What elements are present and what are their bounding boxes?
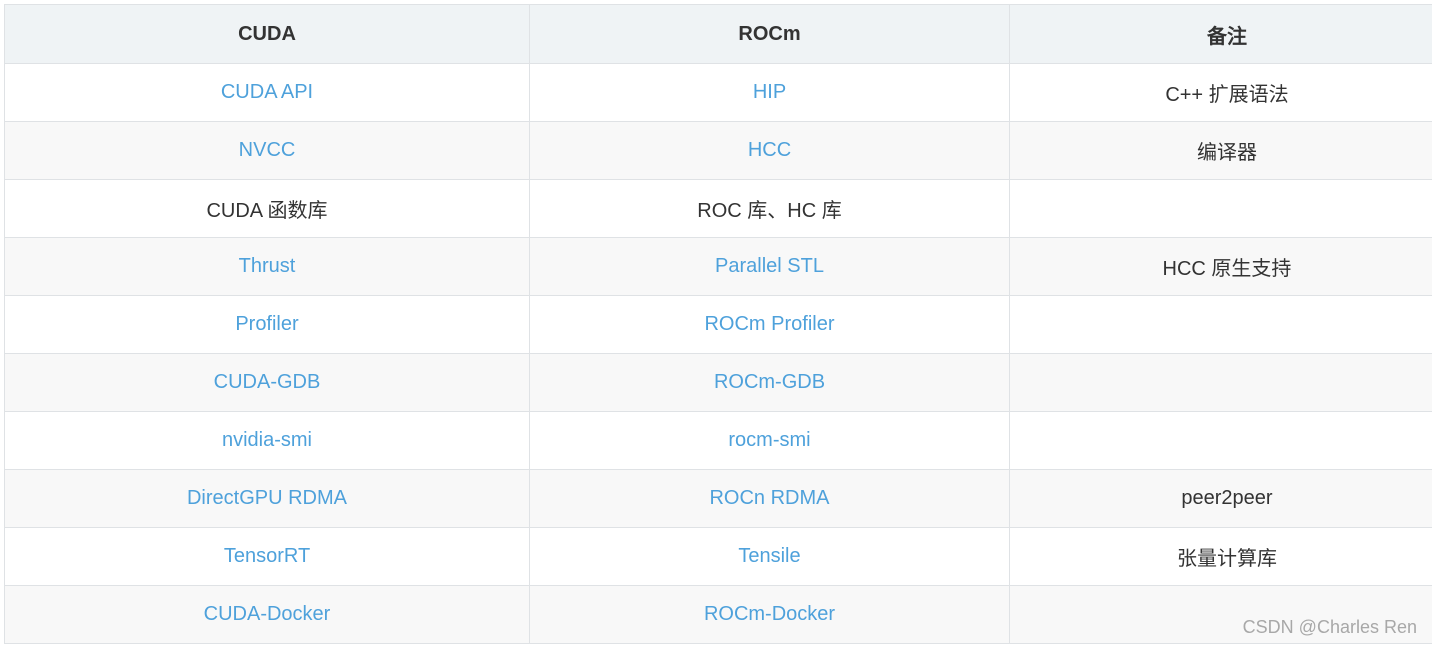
- table-cell-cuda: nvidia-smi: [4, 411, 530, 470]
- table-cell-notes: [1009, 295, 1432, 354]
- table-cell-notes: [1009, 179, 1432, 238]
- table-cell-cuda: Thrust: [4, 237, 530, 296]
- table-cell-cuda: Profiler: [4, 295, 530, 354]
- link-rocm[interactable]: Tensile: [738, 545, 800, 567]
- table-cell-notes: HCC 原生支持: [1009, 237, 1432, 296]
- table-cell-rocm: Parallel STL: [529, 237, 1010, 296]
- table-cell-notes: 张量计算库: [1009, 527, 1432, 586]
- link-rocm[interactable]: Parallel STL: [715, 255, 824, 277]
- table-cell-cuda: CUDA 函数库: [4, 179, 530, 238]
- link-cuda[interactable]: CUDA-GDB: [214, 371, 321, 393]
- header-notes: 备注: [1009, 4, 1432, 64]
- link-rocm[interactable]: HIP: [753, 81, 786, 103]
- table-row: CUDA-GDB ROCm-GDB: [4, 353, 1432, 412]
- link-cuda[interactable]: Profiler: [235, 313, 298, 335]
- link-rocm[interactable]: rocm-smi: [728, 429, 810, 451]
- watermark: CSDN @Charles Ren: [1242, 617, 1417, 637]
- table-cell-notes: 编译器: [1009, 121, 1432, 180]
- table-cell-rocm: rocm-smi: [529, 411, 1010, 470]
- table-cell-notes: peer2peer: [1009, 469, 1432, 528]
- link-rocm[interactable]: ROCm Profiler: [704, 313, 834, 335]
- comparison-table: CUDA ROCm 备注 CUDA API HIP C++ 扩展语法 NVCC HCC 编…: [4, 4, 1432, 644]
- table-body: CUDA API HIP C++ 扩展语法 NVCC HCC 编译器 CUDA 函数库 ROC…: [4, 63, 1432, 644]
- link-rocm[interactable]: ROCm-Docker: [704, 603, 835, 625]
- table-cell-notes: [1009, 411, 1432, 470]
- cell-text: peer2peer: [1181, 487, 1273, 509]
- table-row: Thrust Parallel STL HCC 原生支持: [4, 237, 1432, 296]
- cell-text: CUDA 函数库: [206, 200, 328, 222]
- table-header: CUDA ROCm 备注: [4, 4, 1432, 64]
- header-rocm: ROCm: [529, 4, 1010, 64]
- table-row: nvidia-smi rocm-smi: [4, 411, 1432, 470]
- link-cuda[interactable]: CUDA-Docker: [204, 603, 331, 625]
- link-cuda[interactable]: Thrust: [239, 255, 296, 277]
- table-row: TensorRT Tensile 张量计算库: [4, 527, 1432, 586]
- table-cell-rocm: ROC 库、HC 库: [529, 179, 1010, 238]
- cell-text: ROC 库、HC 库: [697, 200, 842, 222]
- table-cell-rocm: ROCm-Docker: [529, 585, 1010, 644]
- link-rocm[interactable]: ROCm-GDB: [714, 371, 825, 393]
- table-cell-rocm: ROCm-GDB: [529, 353, 1010, 412]
- link-cuda[interactable]: nvidia-smi: [222, 429, 312, 451]
- table-row: Profiler ROCm Profiler: [4, 295, 1432, 354]
- table-cell-cuda: TensorRT: [4, 527, 530, 586]
- cell-text: 张量计算库: [1177, 548, 1277, 570]
- link-rocm[interactable]: ROCn RDMA: [709, 487, 829, 509]
- table-row: NVCC HCC 编译器: [4, 121, 1432, 180]
- table-row: CUDA 函数库 ROC 库、HC 库: [4, 179, 1432, 238]
- table-cell-notes: C++ 扩展语法: [1009, 63, 1432, 122]
- table-row: CUDA API HIP C++ 扩展语法: [4, 63, 1432, 122]
- link-rocm[interactable]: HCC: [748, 139, 791, 161]
- table-cell-cuda: CUDA-Docker: [4, 585, 530, 644]
- header-cuda: CUDA: [4, 4, 530, 64]
- table-row: CUDA-Docker ROCm-Docker: [4, 585, 1432, 644]
- table-cell-cuda: DirectGPU RDMA: [4, 469, 530, 528]
- link-cuda[interactable]: CUDA API: [221, 81, 313, 103]
- table-cell-cuda: CUDA API: [4, 63, 530, 122]
- table-cell-rocm: Tensile: [529, 527, 1010, 586]
- table-cell-cuda: NVCC: [4, 121, 530, 180]
- table-cell-rocm: ROCm Profiler: [529, 295, 1010, 354]
- table-cell-rocm: ROCn RDMA: [529, 469, 1010, 528]
- table-cell-cuda: CUDA-GDB: [4, 353, 530, 412]
- link-cuda[interactable]: TensorRT: [224, 545, 310, 567]
- table-cell-notes: [1009, 353, 1432, 412]
- cell-text: HCC 原生支持: [1162, 258, 1292, 280]
- cell-text: C++ 扩展语法: [1165, 84, 1289, 106]
- table-row: DirectGPU RDMA ROCn RDMA peer2peer: [4, 469, 1432, 528]
- table-cell-rocm: HIP: [529, 63, 1010, 122]
- cell-text: 编译器: [1197, 142, 1257, 164]
- link-cuda[interactable]: NVCC: [239, 139, 296, 161]
- header-row: CUDA ROCm 备注: [4, 4, 1432, 64]
- table-cell-rocm: HCC: [529, 121, 1010, 180]
- link-cuda[interactable]: DirectGPU RDMA: [187, 487, 347, 509]
